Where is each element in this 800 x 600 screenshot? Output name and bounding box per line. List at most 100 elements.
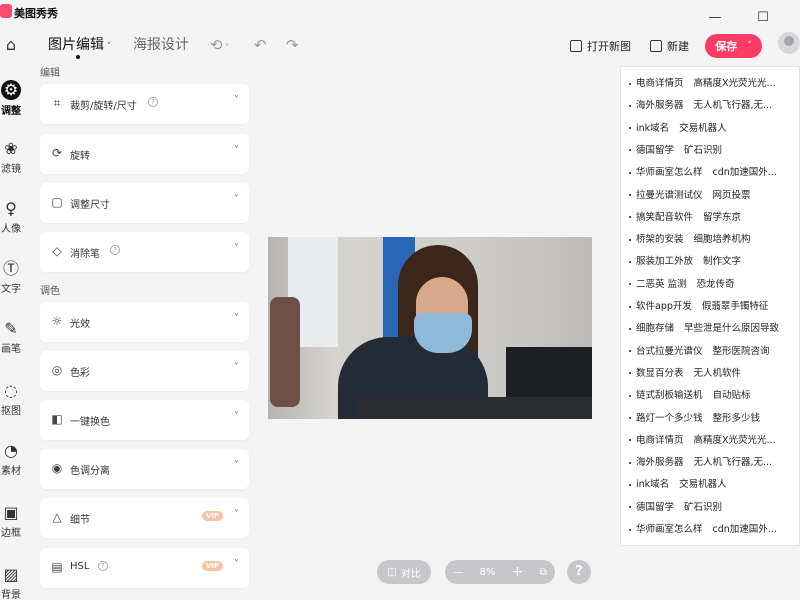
vip-badge: VIP — [201, 511, 223, 521]
open-new-image-button[interactable]: 打开新图 — [570, 38, 631, 54]
chevron-down-icon: ˅ — [234, 460, 239, 471]
open-new-image-label: 打开新图 — [587, 40, 631, 53]
suggestion-link[interactable]: 海外服务器 — [636, 457, 684, 468]
undo-icon[interactable]: ↶ — [254, 36, 267, 54]
suggestion-link[interactable]: 细胞存储 — [636, 323, 674, 334]
minimize-button[interactable]: — — [700, 8, 730, 28]
suggestion-link[interactable]: 整形医院咨询 — [713, 346, 770, 357]
rail-item-text[interactable]: Ⓣ 文字 — [0, 260, 22, 296]
rail-item-label: 滤镜 — [1, 164, 21, 175]
redo-icon[interactable]: ↷ — [286, 36, 299, 54]
suggestion-link[interactable]: 华师画室怎么样 — [636, 167, 703, 178]
suggestion-link[interactable]: 网页投票 — [713, 190, 751, 201]
panel-item-light[interactable]: ☼ 光效 ˅ — [40, 302, 249, 342]
suggestion-link[interactable]: 拉曼光谱测试仪 — [636, 190, 703, 201]
rail-item-adjust[interactable]: ⚙ 调整 — [0, 80, 22, 117]
suggestion-link[interactable]: 高精度X光荧光光... — [694, 435, 776, 446]
suggestion-link[interactable]: 交易机器人 — [679, 479, 727, 490]
suggestion-link[interactable]: 电商详情页 — [636, 78, 684, 89]
rail-item-filter[interactable]: ❀ 滤镜 — [0, 140, 22, 176]
suggestion-link[interactable]: 德国留学 — [636, 502, 674, 513]
panel-item-eraser[interactable]: ◇ 消除笔 ? ˅ — [40, 232, 249, 272]
suggestion-link[interactable]: 自动贴标 — [713, 390, 751, 401]
suggestion-link[interactable]: 德国留学 — [636, 145, 674, 156]
rail-item-brush[interactable]: ✎ 画笔 — [0, 320, 22, 356]
history-icon[interactable]: ⟲ ˅ — [210, 36, 229, 54]
suggestion-row: 华师画室怎么样 cdn加速国外... — [629, 519, 799, 541]
help-icon[interactable]: ? — [110, 245, 120, 255]
chevron-down-icon: ˅ — [104, 42, 112, 52]
suggestion-link[interactable]: 台式拉曼光谱仪 — [636, 346, 703, 357]
tab-image-edit[interactable]: 图片编辑 ˅ — [48, 34, 112, 59]
suggestion-link[interactable]: cdn加速国外... — [713, 524, 777, 535]
panel-item-label: 消除笔 — [70, 249, 100, 260]
suggestion-row: 路灯一个多少钱 整形多少钱 — [629, 408, 799, 430]
rotate-icon: ⟳ — [51, 146, 63, 160]
suggestion-row: 搞笑配音软件 留学东京 — [629, 207, 799, 229]
fit-screen-icon[interactable]: ⧉ — [540, 567, 547, 578]
suggestion-link[interactable]: 恐龙传奇 — [697, 279, 735, 290]
zoom-in-button[interactable]: + — [512, 564, 524, 580]
tab-poster-design[interactable]: 海报设计 — [133, 34, 189, 54]
panel-item-color-swap[interactable]: ◧ 一键换色 ˅ — [40, 400, 249, 440]
panel-item-detail[interactable]: △ 细节 VIP ˅ — [40, 498, 249, 538]
suggestion-link[interactable]: 数显百分表 — [636, 368, 684, 379]
suggestion-link[interactable]: 高精度X光荧光光... — [694, 78, 776, 89]
rail-item-cutout[interactable]: ◌ 抠图 — [0, 382, 22, 418]
rail-item-home[interactable]: ⌂ — [0, 36, 22, 54]
suggestion-link[interactable]: ink域名 — [636, 123, 669, 134]
panel-item-tone-split[interactable]: ◉ 色调分离 ˅ — [40, 449, 249, 489]
avatar[interactable] — [778, 32, 800, 54]
suggestion-link[interactable]: 交易机器人 — [679, 123, 727, 134]
suggestion-link[interactable]: 路灯一个多少钱 — [636, 413, 703, 424]
rail-item-label: 画笔 — [1, 344, 21, 355]
rail-item-background[interactable]: ▨ 背景 — [0, 566, 22, 600]
suggestion-link[interactable]: 无人机飞行器,无... — [694, 457, 773, 468]
chevron-down-icon: ˅ — [234, 559, 239, 570]
rail-item-label: 人像 — [1, 224, 21, 235]
panel-item-resize[interactable]: ▢ 调整尺寸 ˅ — [40, 183, 249, 223]
suggestion-link[interactable]: cdn加速国外... — [713, 167, 777, 178]
new-button[interactable]: 新建 — [650, 38, 689, 54]
suggestion-link[interactable]: 无人机软件 — [694, 368, 742, 379]
chevron-down-icon[interactable]: ˅ — [747, 41, 752, 51]
suggestion-link[interactable]: 华师画室怎么样 — [636, 524, 703, 535]
light-icon: ☼ — [51, 314, 63, 328]
rail-item-label: 背景 — [1, 590, 21, 600]
panel-item-color[interactable]: ◎ 色彩 ˅ — [40, 351, 249, 391]
compare-button[interactable]: ◫ 对比 — [377, 560, 431, 584]
help-icon[interactable]: ? — [148, 97, 158, 107]
canvas-image[interactable] — [268, 237, 592, 419]
suggestion-link[interactable]: 服装加工外放 — [636, 256, 693, 267]
rail-item-frame[interactable]: ▣ 边框 — [0, 504, 22, 540]
suggestion-link[interactable]: 桥架的安装 — [636, 234, 684, 245]
suggestion-link[interactable]: 链式刮板输送机 — [636, 390, 703, 401]
suggestion-link[interactable]: 早些泄是什么原因导致 — [684, 323, 779, 334]
suggestion-link[interactable]: 假翡翠手镯特征 — [702, 301, 769, 312]
hsl-icon: ▤ — [51, 560, 63, 574]
suggestion-link[interactable]: 搞笑配音软件 — [636, 212, 693, 223]
suggestion-link[interactable]: 矿石识别 — [684, 145, 722, 156]
suggestion-link[interactable]: 无人机飞行器,无... — [694, 100, 773, 111]
suggestion-link[interactable]: 矿石识别 — [684, 502, 722, 513]
help-icon[interactable]: ? — [98, 561, 108, 571]
suggestion-link[interactable]: 二恶英 监测 — [636, 279, 687, 290]
suggestion-link[interactable]: ink域名 — [636, 479, 669, 490]
panel-item-hsl[interactable]: ▤ HSL ? VIP ˅ — [40, 548, 249, 588]
suggestion-link[interactable]: 海外服务器 — [636, 100, 684, 111]
suggestion-link[interactable]: 细胞培养机构 — [694, 234, 751, 245]
panel-item-rotate[interactable]: ⟳ 旋转 ˅ — [40, 134, 249, 174]
suggestion-link[interactable]: 电商详情页 — [636, 435, 684, 446]
panel-item-crop[interactable]: ⌗ 裁剪/旋转/尺寸 ? ˅ — [40, 84, 249, 124]
maximize-button[interactable]: ☐ — [748, 8, 778, 28]
suggestion-link[interactable]: 整形多少钱 — [713, 413, 761, 424]
rail-item-portrait[interactable]: ♀ 人像 — [0, 200, 22, 236]
suggestion-link[interactable]: 留学东京 — [703, 212, 741, 223]
zoom-out-button[interactable]: — — [453, 567, 463, 578]
save-button[interactable]: 保存 ˅ — [705, 34, 762, 58]
rail-item-sticker[interactable]: ◔ 素材 — [0, 442, 22, 478]
suggestion-link[interactable]: 制作文字 — [703, 256, 741, 267]
suggestion-row: 德国留学 矿石识别 — [629, 497, 799, 519]
help-button[interactable]: ? — [567, 560, 591, 584]
suggestion-link[interactable]: 软件app开发 — [636, 301, 692, 312]
